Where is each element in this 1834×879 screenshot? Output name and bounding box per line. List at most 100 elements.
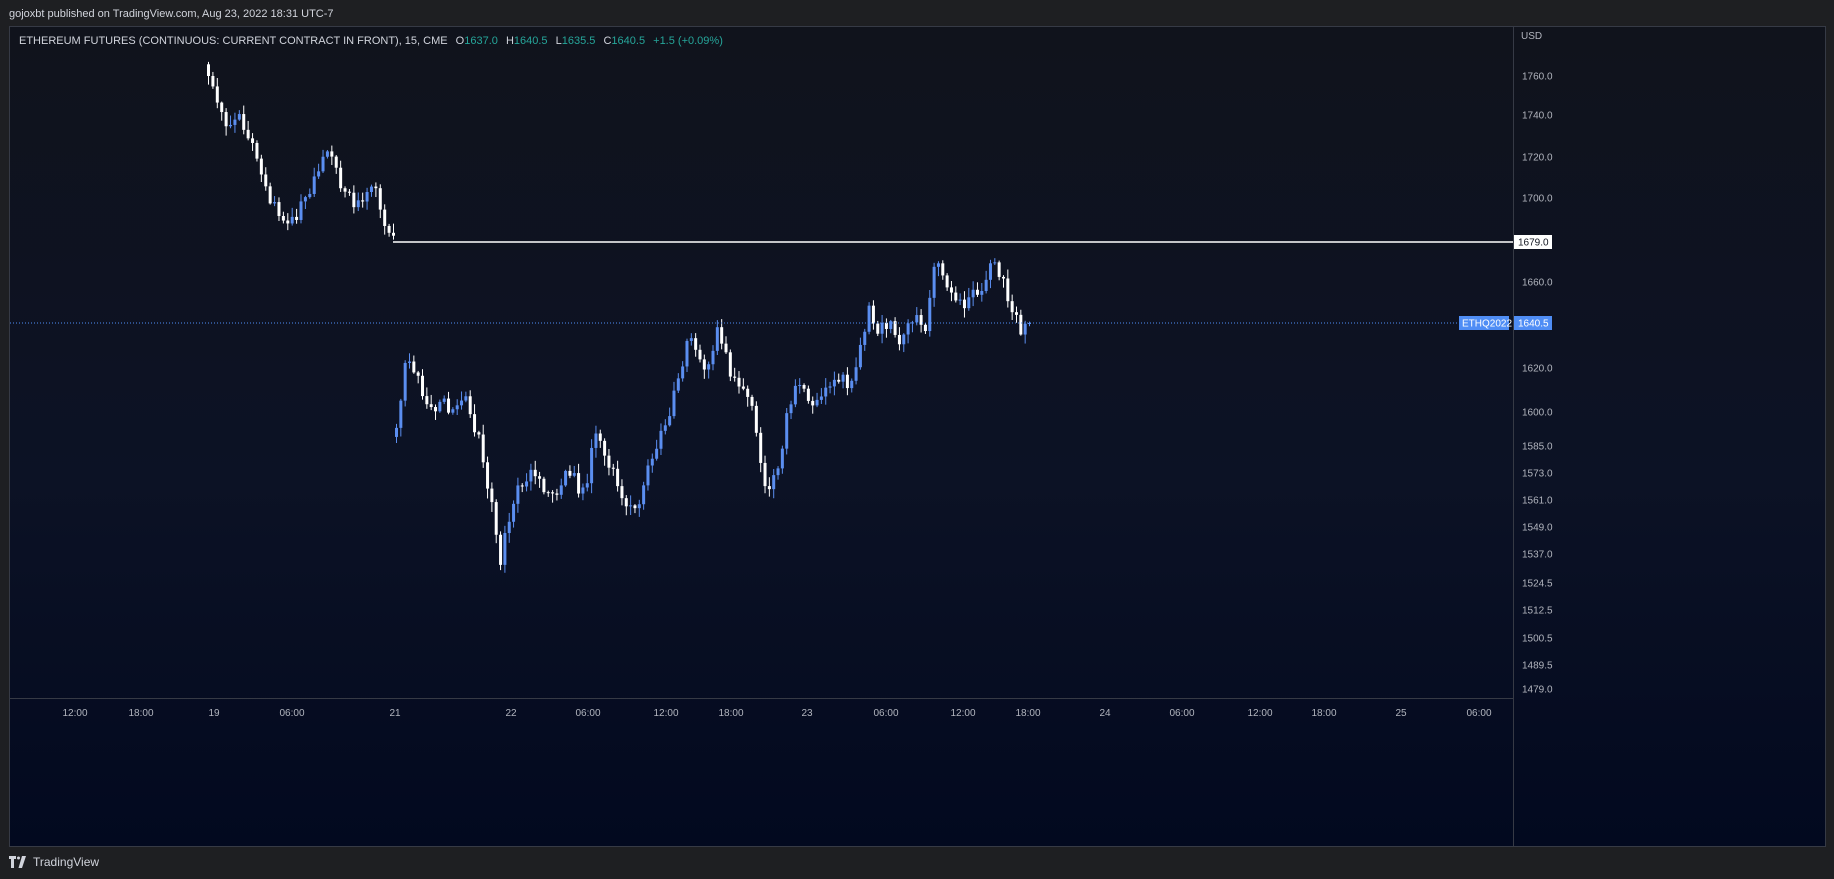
candle-body[interactable] — [442, 398, 446, 402]
candle-body[interactable] — [281, 216, 285, 221]
footer-brand[interactable]: TradingView — [9, 852, 99, 872]
candle-body[interactable] — [880, 322, 884, 334]
candle-body[interactable] — [754, 405, 758, 433]
candle-body[interactable] — [871, 305, 875, 324]
candle-body[interactable] — [369, 186, 373, 193]
candle-body[interactable] — [828, 386, 832, 388]
candle-body[interactable] — [980, 291, 984, 295]
candle-body[interactable] — [525, 481, 529, 487]
candle-body[interactable] — [971, 289, 975, 298]
candle-body[interactable] — [551, 492, 555, 494]
candle-body[interactable] — [945, 275, 949, 288]
candle-body[interactable] — [224, 112, 228, 127]
candle-body[interactable] — [503, 533, 507, 565]
candle-body[interactable] — [1006, 278, 1010, 302]
candle-body[interactable] — [988, 263, 992, 280]
candle-body[interactable] — [728, 352, 732, 377]
candle-body[interactable] — [681, 366, 685, 379]
candle-body[interactable] — [906, 323, 910, 335]
candle-body[interactable] — [707, 364, 711, 370]
candle-body[interactable] — [733, 376, 737, 378]
candle-body[interactable] — [936, 263, 940, 267]
candle-body[interactable] — [356, 200, 360, 208]
candle-body[interactable] — [421, 375, 425, 397]
candle-body[interactable] — [837, 379, 841, 382]
candle-body[interactable] — [997, 262, 1001, 277]
candle-body[interactable] — [776, 468, 780, 476]
candle-body[interactable] — [468, 396, 472, 415]
candle-body[interactable] — [295, 216, 299, 220]
candle-body[interactable] — [507, 521, 511, 534]
candle-body[interactable] — [720, 327, 724, 344]
candle-body[interactable] — [750, 396, 754, 406]
candle-body[interactable] — [772, 475, 776, 490]
candle-body[interactable] — [538, 476, 542, 479]
candle-body[interactable] — [429, 404, 433, 408]
candle-body[interactable] — [339, 167, 343, 189]
candle-body[interactable] — [559, 485, 563, 495]
candle-body[interactable] — [255, 142, 259, 159]
candle-body[interactable] — [546, 492, 550, 494]
candle-body[interactable] — [211, 76, 215, 87]
candle-body[interactable] — [737, 377, 741, 387]
candle-body[interactable] — [434, 407, 438, 412]
candle-body[interactable] — [923, 324, 927, 332]
candle-body[interactable] — [572, 473, 576, 476]
candle-body[interactable] — [242, 114, 246, 130]
candle-body[interactable] — [798, 385, 802, 387]
candle-body[interactable] — [365, 192, 369, 202]
candle-body[interactable] — [416, 372, 420, 376]
candle-body[interactable] — [702, 359, 706, 370]
candle-body[interactable] — [646, 465, 650, 486]
candle-body[interactable] — [299, 201, 303, 220]
candle-body[interactable] — [806, 388, 810, 401]
candle-body[interactable] — [207, 64, 210, 76]
candle-body[interactable] — [603, 440, 607, 456]
candle-body[interactable] — [616, 468, 620, 487]
candle-body[interactable] — [984, 279, 988, 292]
candle-body[interactable] — [993, 262, 997, 264]
candle-body[interactable] — [785, 413, 789, 449]
candle-body[interactable] — [620, 486, 624, 499]
candle-body[interactable] — [642, 485, 646, 505]
candle-body[interactable] — [395, 427, 398, 437]
candle-body[interactable] — [447, 398, 451, 413]
candle-body[interactable] — [832, 379, 836, 387]
candle-body[interactable] — [685, 340, 689, 367]
candle-body[interactable] — [915, 315, 919, 323]
candle-body[interactable] — [529, 469, 533, 482]
candle-body[interactable] — [237, 114, 241, 120]
candle-body[interactable] — [689, 338, 693, 341]
candle-body[interactable] — [317, 171, 321, 177]
candle-body[interactable] — [312, 176, 316, 194]
candle-body[interactable] — [897, 334, 901, 345]
candle-body[interactable] — [533, 469, 537, 477]
candle-body[interactable] — [863, 331, 867, 345]
candle-body[interactable] — [387, 225, 391, 233]
candle-body[interactable] — [672, 390, 676, 417]
candle-body[interactable] — [876, 323, 880, 334]
candle-body[interactable] — [473, 414, 477, 433]
candle-body[interactable] — [425, 396, 429, 405]
candle-body[interactable] — [824, 387, 828, 397]
candle-body[interactable] — [941, 263, 945, 276]
candle-body[interactable] — [259, 158, 263, 175]
candle-body[interactable] — [499, 534, 503, 565]
candle-body[interactable] — [321, 156, 325, 172]
candle-body[interactable] — [715, 327, 719, 351]
candle-body[interactable] — [277, 202, 281, 217]
candle-body[interactable] — [663, 425, 667, 431]
candle-body[interactable] — [1019, 314, 1023, 335]
candle-body[interactable] — [215, 86, 219, 103]
candle-body[interactable] — [928, 297, 932, 332]
candle-body[interactable] — [694, 338, 698, 350]
candle-body[interactable] — [668, 416, 672, 426]
candle-body[interactable] — [967, 297, 971, 309]
candle-body[interactable] — [290, 216, 294, 224]
candle-body[interactable] — [408, 361, 412, 363]
candle-body[interactable] — [577, 473, 581, 494]
candle-body[interactable] — [220, 102, 224, 113]
candle-body[interactable] — [343, 188, 347, 192]
candle-body[interactable] — [233, 119, 237, 125]
candle-body[interactable] — [246, 129, 250, 139]
